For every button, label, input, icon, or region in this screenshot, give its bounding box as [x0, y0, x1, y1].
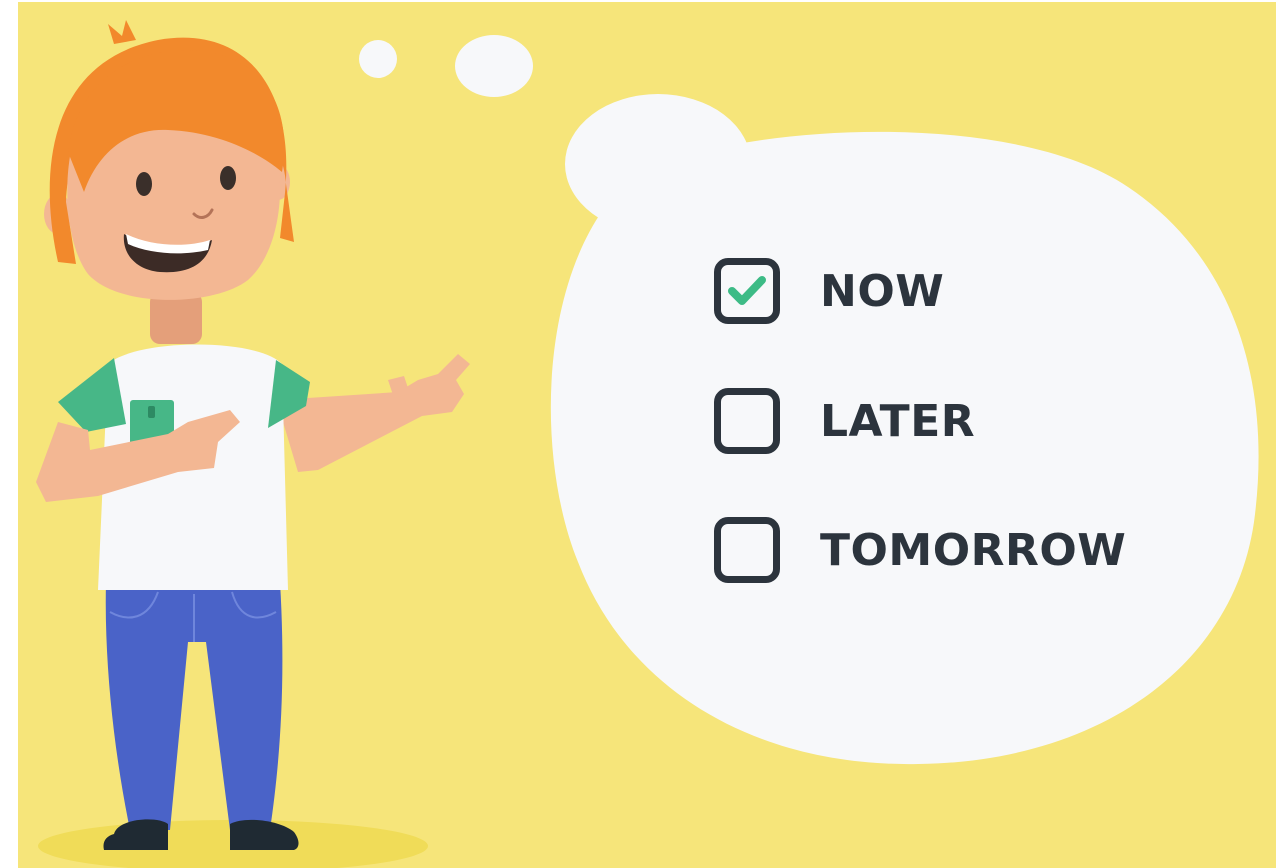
illustration-scene: NOW LATER TOMORROW: [18, 2, 1276, 868]
thought-dot-small: [359, 40, 397, 78]
right-eye: [220, 166, 236, 190]
option-tomorrow[interactable]: TOMORROW: [714, 517, 1126, 583]
thought-dot-medium: [455, 35, 533, 97]
option-label-now: NOW: [820, 265, 945, 317]
checkbox-later[interactable]: [714, 388, 780, 454]
checkmark-icon: [728, 276, 766, 305]
pointing-arm: [280, 354, 470, 472]
option-now[interactable]: NOW: [714, 258, 944, 324]
checkbox-tomorrow[interactable]: [714, 517, 780, 583]
option-label-tomorrow: TOMORROW: [820, 524, 1127, 576]
scene-graphics: [36, 20, 1259, 868]
left-shoe: [103, 819, 168, 850]
option-later[interactable]: LATER: [714, 388, 975, 454]
checkbox-now[interactable]: [714, 258, 780, 324]
left-eye: [136, 172, 152, 196]
boy-character: [36, 20, 470, 850]
left-sleeve: [58, 358, 126, 432]
option-label-later: LATER: [820, 395, 976, 447]
